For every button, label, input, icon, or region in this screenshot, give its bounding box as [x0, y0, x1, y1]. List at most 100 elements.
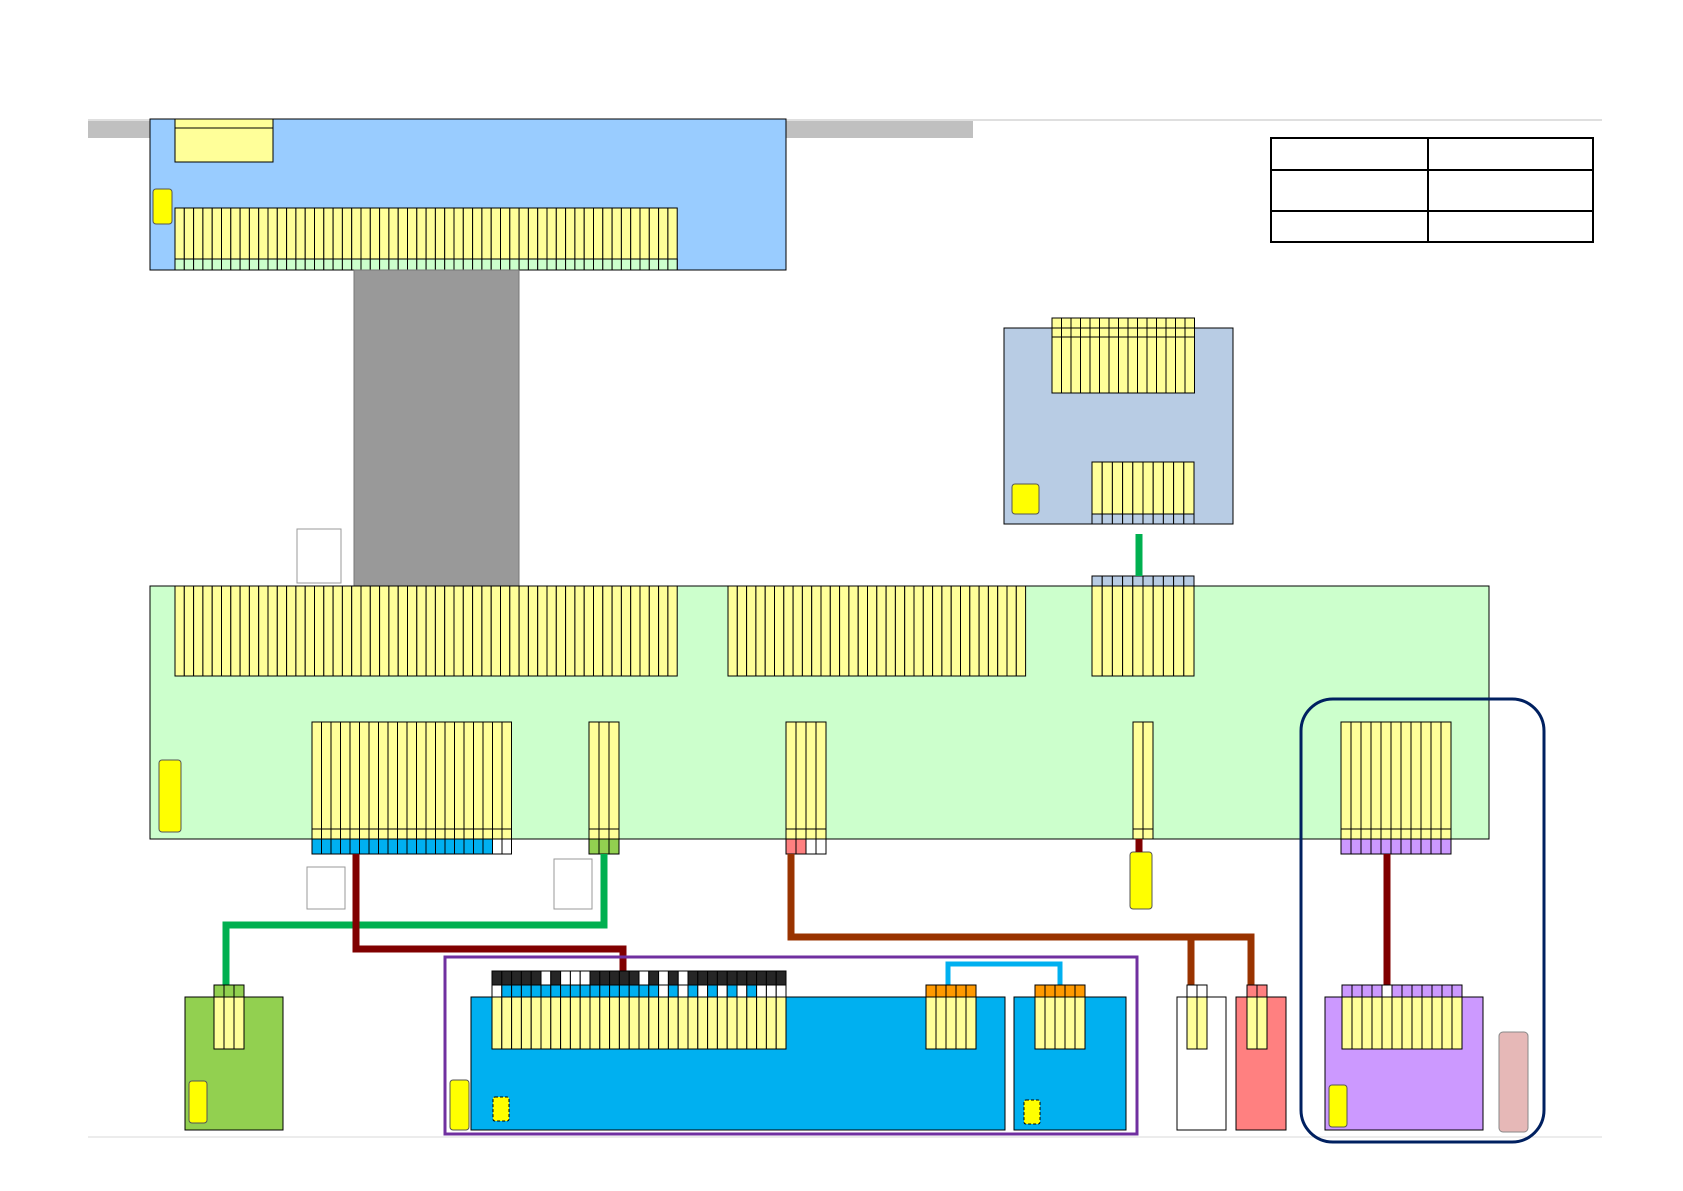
main-board-connector-1-pin — [230, 585, 241, 677]
main-board-connector-1-pin — [369, 585, 381, 677]
purple-module-chip-marker — [1328, 1084, 1348, 1128]
main-board-connector-2-pin — [960, 585, 971, 677]
main-board-connector-1-pin — [379, 585, 390, 677]
main-board-connector-1-pin — [565, 585, 576, 677]
top-board-connector-pin-strip — [509, 258, 520, 271]
main-board-connector-1-pin — [648, 585, 660, 677]
top-board-connector-pin-strip — [193, 258, 204, 271]
main-board-connector-1-pin — [276, 585, 288, 677]
main-board-connector-6 — [785, 721, 827, 855]
top-board-connector-pin-strip — [407, 258, 418, 271]
top-board-connector-pin-strip — [565, 258, 576, 271]
blue-module-connector-pin-strip — [765, 970, 777, 986]
side-board-top-connector-pin — [1127, 317, 1138, 394]
top-board-connector-pin-strip — [648, 258, 660, 271]
main-board-chip-marker — [158, 759, 182, 833]
side-board-top-connector-pin — [1061, 317, 1072, 394]
main-board-connector-2-pin — [727, 585, 738, 677]
blue-module-connector-pin-strip — [589, 970, 601, 986]
main-board-connector-1-pin — [639, 585, 650, 677]
main-board-connector-1-pin — [323, 585, 334, 677]
main-board-connector-3-pin — [1122, 575, 1134, 677]
main-board-connector-4-pin-strip — [463, 838, 474, 855]
top-board-connector-pin-strip — [462, 258, 474, 271]
blue-module-crystal-marker — [1023, 1099, 1041, 1125]
main-board-connector-2-pin — [764, 585, 776, 677]
main-board-connector-4-pin — [368, 721, 379, 855]
main-board-connector-2-pin — [746, 585, 757, 677]
blue-module-connector-pin-strip — [687, 970, 699, 986]
blue-module-connector-pin-strip — [687, 984, 699, 998]
blue-module-orange-connector-1-pin-strip — [925, 984, 937, 998]
main-board-connector-2-pin — [904, 585, 915, 677]
top-board-connector-pin-strip — [453, 258, 464, 271]
side-board-top-connector — [1051, 317, 1195, 394]
purple-module-connector-pin-strip — [1391, 984, 1403, 998]
blue-module-connector-pin-strip — [677, 984, 689, 998]
main-board-connector-2-pin — [848, 585, 859, 677]
main-board-connector-3-pin-strip — [1162, 575, 1175, 587]
blue-module-connector-pin-strip — [648, 984, 660, 998]
main-board-connector-4-pin — [482, 721, 493, 855]
main-board-connector-4-pin-strip — [340, 838, 351, 855]
main-board-connector-3-pin — [1162, 575, 1175, 677]
main-board-connector-2-pin — [913, 585, 924, 677]
blue-module-connector-pin-strip — [736, 970, 748, 986]
side-board-top-connector-pin — [1146, 317, 1157, 394]
blue-module-connector-pin-strip — [638, 970, 650, 986]
main-board-connector-3-pin — [1111, 575, 1124, 677]
main-board-connector-2-pin — [755, 585, 766, 677]
main-board-connector-5-pin — [598, 721, 610, 855]
blue-module-connector-pin-strip — [569, 970, 581, 986]
top-board-connector-pin-strip — [620, 258, 632, 271]
top-board-connector-pin-strip — [611, 258, 622, 271]
main-board-connector-8-pin-strip — [1380, 838, 1392, 855]
blue-module-connector-pin-strip — [569, 984, 581, 998]
main-board-connector-4-pin — [406, 721, 417, 855]
blue-module-connector-pin-strip — [726, 970, 738, 986]
blue-module-connector-pin-strip — [618, 984, 630, 998]
blue-module-connector-pin-strip — [501, 970, 513, 986]
top-board-connector-pin-strip — [351, 258, 362, 271]
main-board-connector-1-pin — [211, 585, 222, 677]
main-board-connector-3 — [1091, 575, 1195, 677]
main-board-connector-1-pin — [546, 585, 557, 677]
blue-module-connector-pin-strip — [628, 984, 640, 998]
top-board-connector-pin-strip — [416, 258, 427, 271]
blue-module-connector-pin-strip — [756, 970, 767, 986]
blue-module-connector-pin-strip — [511, 984, 522, 998]
main-board-connector-2-pin — [950, 585, 962, 677]
main-board-connector-2 — [727, 585, 1027, 677]
main-board-connector-1-pin — [174, 585, 185, 677]
blue-module-connector-pin-strip — [667, 970, 679, 986]
main-board-connector-5-pin-strip — [588, 838, 600, 855]
wiring-diagram — [88, 118, 1602, 1144]
main-board-connector-8-pin — [1400, 721, 1412, 855]
blue-module-connector-pin-strip — [658, 970, 669, 986]
main-board-connector-1-pin — [509, 585, 520, 677]
blue-module-connector — [491, 970, 787, 1050]
main-board-connector-2-pin — [876, 585, 887, 677]
main-board-connector-7 — [1132, 721, 1154, 840]
white-box — [296, 528, 342, 584]
blue-module-connector-pin-strip — [697, 970, 709, 986]
purple-module-connector-pin-strip — [1401, 984, 1413, 998]
main-board-connector-8-pin-strip — [1340, 838, 1352, 855]
main-board-connector-2-pin — [857, 585, 869, 677]
main-board-connector-1-pin — [658, 585, 669, 677]
blue-module-connector-pin-strip — [648, 970, 660, 986]
main-board-connector-3-pin — [1101, 575, 1113, 677]
main-board-connector-4-pin-strip — [406, 838, 417, 855]
main-board-connector-2-pin — [932, 585, 943, 677]
blue-module-connector-pin-strip — [560, 970, 571, 986]
main-board-connector-8-pin — [1440, 721, 1452, 855]
main-board-connector-8 — [1340, 721, 1452, 855]
side-board-bottom-connector-pin-strip — [1162, 513, 1175, 525]
top-board-connector-pin-strip — [434, 258, 446, 271]
top-board-connector-pin-strip — [388, 258, 399, 271]
main-board-connector-2-pin — [811, 585, 822, 677]
main-board-connector-4-pin — [473, 721, 484, 855]
main-board-connector-8-pin-strip — [1390, 838, 1402, 855]
main-board-connector-2-pin — [1015, 585, 1027, 677]
side-board-bottom-connector-pin-strip — [1111, 513, 1124, 525]
